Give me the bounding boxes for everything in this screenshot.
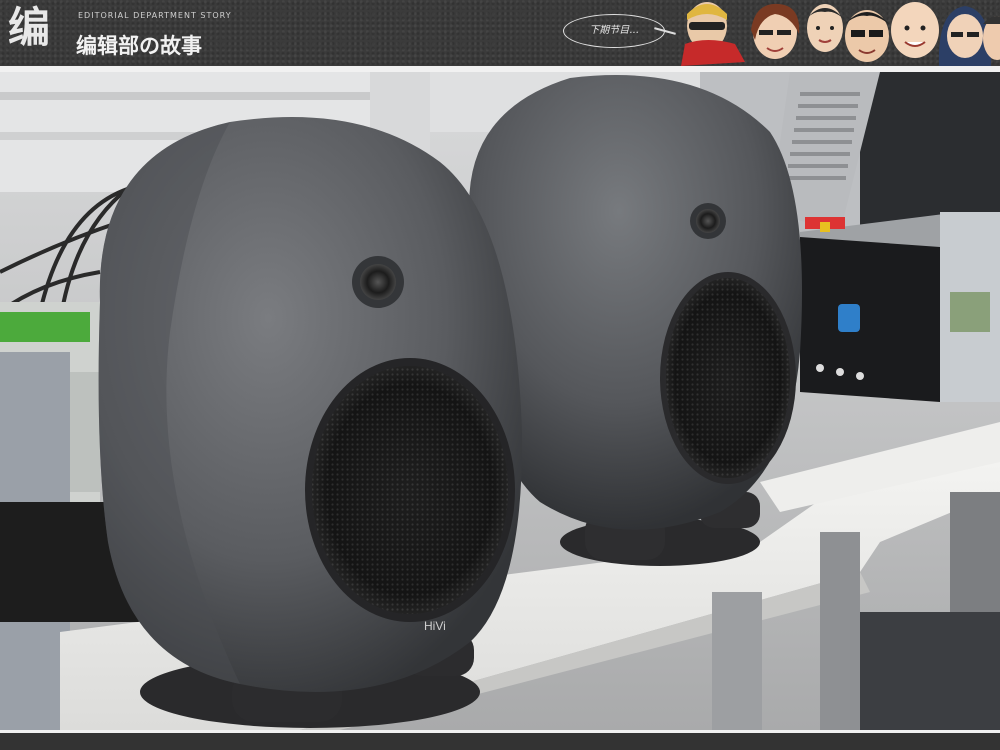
left-speaker: HiVi: [98, 117, 523, 728]
logo-subtitle: EDITORIAL DEPARTMENT STORY: [78, 11, 232, 20]
cartoon-face-1: [681, 2, 745, 66]
cartoon-faces-illustration: [681, 2, 1000, 66]
photo-scene: HiVi: [0, 72, 1000, 730]
logo-title: 编辑部の故事: [76, 34, 202, 58]
header-banner: 编 EDITORIAL DEPARTMENT STORY 编辑部の故事 下期节目…: [0, 0, 1000, 66]
brand-label: HiVi: [424, 619, 446, 633]
pc-chassis: [800, 212, 1000, 402]
footer-bar: [0, 733, 1000, 750]
cartoon-face-2: [751, 3, 800, 59]
cartoon-face-5: [891, 2, 939, 58]
logo-mark: 编: [8, 3, 50, 52]
cartoon-face-4: [845, 10, 889, 62]
cartoon-face-3: [807, 4, 843, 52]
speech-bubble: 下期节目...: [563, 14, 665, 48]
speaker-photo: HiVi: [0, 72, 1000, 730]
